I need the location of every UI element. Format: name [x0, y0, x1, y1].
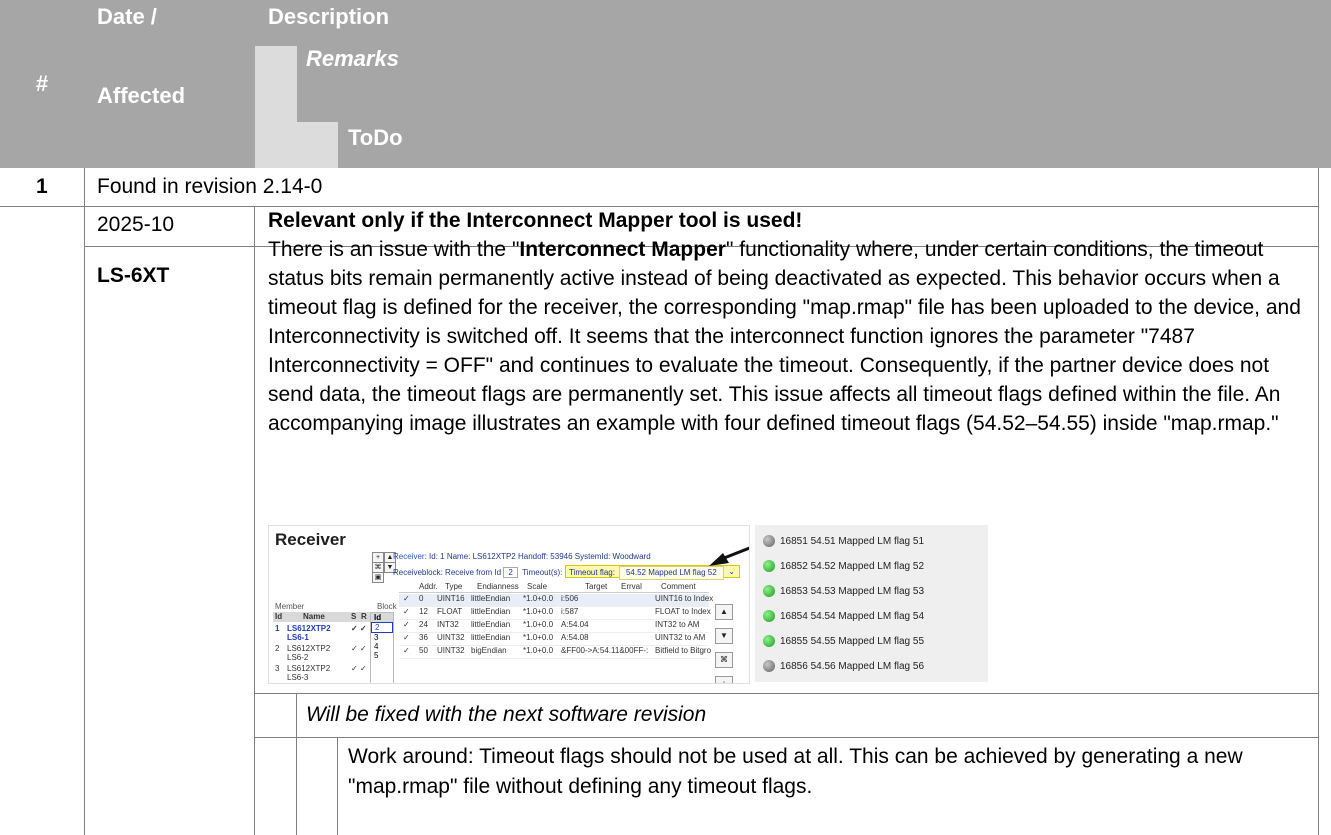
grid-line [337, 737, 338, 835]
grid-line [84, 168, 85, 835]
status-led-icon [763, 560, 775, 573]
pointer-arrow-icon [709, 546, 749, 566]
description-title: Relevant only if the Interconnect Mapper… [268, 209, 803, 232]
status-led-icon [763, 585, 775, 598]
header-number: # [35, 71, 49, 96]
remark-text: Will be fixed with the next software rev… [306, 703, 707, 726]
description-bold: Interconnect Mapper [519, 238, 726, 261]
flag-item: 16851 54.51 Mapped LM flag 51 [763, 534, 924, 550]
table-header [0, 0, 1331, 168]
entry-description: Relevant only if the Interconnect Mapper… [268, 206, 1318, 438]
status-led-icon [763, 610, 775, 623]
status-led-icon [763, 535, 775, 548]
errata-page: # Date / Affected Description Remarks To… [0, 0, 1331, 835]
grid-line [254, 693, 1319, 694]
flag-item: 16852 54.52 Mapped LM flag 52 [763, 559, 924, 575]
header-affected: Affected [97, 83, 186, 108]
receiver-screenshot: Receiver + ▲ ⌘ ▼ ▣ Receiver: Id: 1 Name:… [268, 525, 750, 684]
header-date: Date / [97, 4, 157, 29]
found-in-revision: Found in revision 2.14-0 [97, 175, 323, 198]
header-description: Description [268, 4, 390, 29]
flag-item: 16854 54.54 Mapped LM flag 54 [763, 609, 924, 625]
entry-affected: LS-6XT [97, 264, 170, 287]
grid-line [296, 693, 297, 835]
flag-item: 16856 54.56 Mapped LM flag 56 [763, 659, 924, 675]
header-indent-block-2 [255, 122, 338, 168]
grid-line [254, 737, 1319, 738]
status-led-icon [763, 660, 775, 673]
flag-item: 16853 54.53 Mapped LM flag 53 [763, 584, 924, 600]
flags-panel: 16851 54.51 Mapped LM flag 51 16852 54.5… [755, 525, 988, 682]
description-body: " functionality where, under certain con… [268, 238, 1301, 435]
entry-date: 2025-10 [97, 213, 175, 236]
todo-text: Work around: Timeout flags should not be… [348, 745, 1243, 798]
flag-item: 16855 54.55 Mapped LM flag 55 [763, 634, 924, 650]
status-led-icon [763, 635, 775, 648]
entry-number: 1 [36, 175, 48, 198]
grid-line [1318, 168, 1319, 835]
header-todo: ToDo [348, 125, 403, 150]
grid-line [254, 207, 255, 835]
description-intro: There is an issue with the " [268, 238, 520, 261]
header-remarks: Remarks [306, 46, 399, 71]
